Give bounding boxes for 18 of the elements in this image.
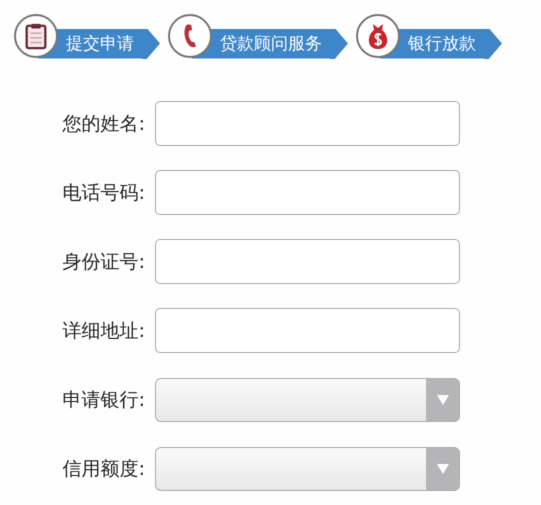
phone-icon [183, 24, 197, 48]
step-label: 银行放款 [408, 33, 476, 55]
step-label: 提交申请 [66, 33, 134, 55]
field-label: 身份证号: [62, 250, 146, 274]
field-label: 申请银行: [62, 388, 146, 412]
caret-icon [436, 394, 448, 404]
field-label: 电话号码: [62, 180, 146, 206]
field-label: 您的姓名: [62, 112, 146, 136]
input-field[interactable] [155, 170, 460, 215]
input-field[interactable] [155, 308, 460, 353]
dropdown[interactable] [155, 378, 460, 422]
caret-icon [436, 464, 448, 474]
dropdown[interactable] [155, 446, 460, 490]
input-field[interactable] [155, 101, 460, 146]
field-label: 信用额度: [62, 456, 146, 482]
input-field[interactable] [155, 239, 460, 284]
step-label: 贷款顾问服务 [220, 33, 322, 55]
field-label: 详细地址: [62, 318, 146, 344]
